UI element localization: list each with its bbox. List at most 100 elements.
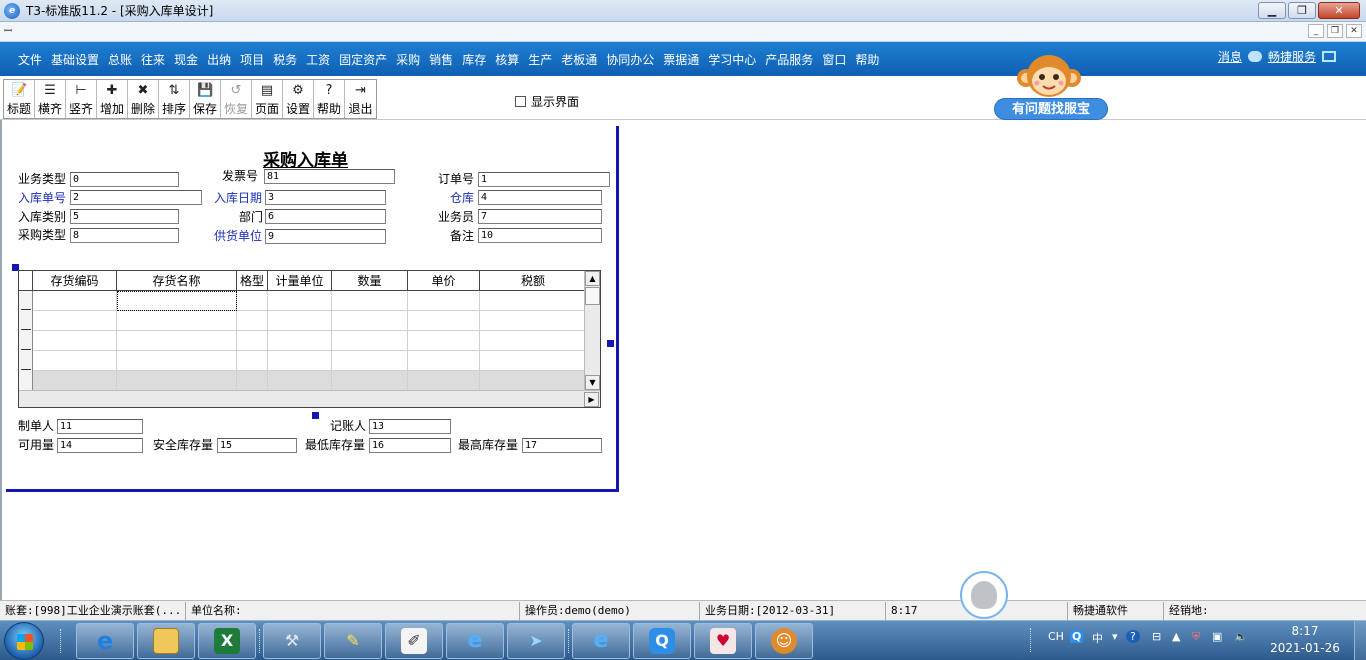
field-business-type[interactable]: 0	[70, 172, 179, 187]
field-supplier[interactable]: 9	[265, 229, 386, 244]
menu-item-14[interactable]: 生产	[528, 51, 552, 68]
field-label-receipt-no[interactable]: 入库单号	[18, 189, 66, 206]
field-receipt-no[interactable]: 2	[70, 190, 202, 205]
chat-bubble-icon[interactable]	[1247, 51, 1262, 62]
grid-body[interactable]	[19, 291, 586, 391]
field-purchase-type[interactable]: 8	[70, 228, 179, 243]
toolbar-button-0[interactable]: 📝 标题	[4, 80, 35, 118]
grid-col-quantity[interactable]: 数量	[332, 271, 408, 291]
show-desktop-button[interactable]	[1354, 620, 1366, 660]
menu-item-1[interactable]: 基础设置	[51, 51, 99, 68]
window-minimize-button[interactable]: ▁	[1258, 2, 1286, 19]
window-close-button[interactable]: ✕	[1318, 2, 1360, 19]
field-min-stock[interactable]: 16	[369, 438, 451, 453]
service-link[interactable]: 畅捷服务	[1268, 48, 1316, 65]
field-label-department[interactable]: 部门	[239, 208, 263, 225]
mdi-close-button[interactable]: ✕	[1346, 24, 1362, 38]
tray-q-icon[interactable]: Q	[1070, 630, 1084, 643]
field-department[interactable]: 6	[265, 209, 386, 224]
mdi-document-icon[interactable]: ꟷ	[4, 23, 12, 37]
field-label-max-stock[interactable]: 最高库存量	[458, 436, 518, 453]
field-receipt-date[interactable]: 3	[265, 190, 386, 205]
scroll-thumb[interactable]	[585, 287, 600, 305]
toolbar-button-6[interactable]: 💾 保存	[190, 80, 221, 118]
grid-col-tax[interactable]: 税额	[480, 271, 586, 291]
toolbar-button-9[interactable]: ⚙ 设置	[283, 80, 314, 118]
field-label-order-no[interactable]: 订单号	[438, 170, 474, 187]
grid-col-unit[interactable]: 计量单位	[268, 271, 332, 291]
taskbar-q-app[interactable]: Q	[633, 623, 691, 659]
scroll-right-icon[interactable]: ▶	[584, 392, 599, 407]
menu-item-13[interactable]: 核算	[495, 51, 519, 68]
grid-horizontal-scrollbar[interactable]: ▶	[19, 390, 600, 407]
menu-item-9[interactable]: 固定资产	[339, 51, 387, 68]
menu-item-20[interactable]: 窗口	[822, 51, 846, 68]
field-label-supplier[interactable]: 供货单位	[214, 227, 262, 244]
field-available-qty[interactable]: 14	[57, 438, 143, 453]
help-circle-icon[interactable]: ?	[1126, 630, 1140, 643]
form-resize-handle-right[interactable]	[607, 340, 614, 347]
menu-item-6[interactable]: 项目	[240, 51, 264, 68]
tray-expand-icon[interactable]: ▲	[1172, 630, 1180, 643]
field-max-stock[interactable]: 17	[522, 438, 602, 453]
tray-ime[interactable]: 中	[1092, 630, 1103, 646]
field-preparer[interactable]: 11	[57, 419, 143, 434]
grid-resize-handle-bottom[interactable]	[312, 412, 319, 419]
taskbar-monkey[interactable]: ☺	[755, 623, 813, 659]
field-remarks[interactable]: 10	[478, 228, 602, 243]
taskbar-notes[interactable]: ✐	[385, 623, 443, 659]
grid-col-inventory-name[interactable]: 存货名称	[117, 271, 237, 291]
menu-item-2[interactable]: 总账	[108, 51, 132, 68]
start-button[interactable]	[4, 622, 44, 660]
field-label-business-type[interactable]: 业务类型	[18, 170, 66, 187]
menu-item-0[interactable]: 文件	[18, 51, 42, 68]
grid-vertical-scrollbar[interactable]: ▲ ▼	[584, 271, 600, 391]
show-ui-toggle[interactable]: 显示界面	[515, 93, 579, 110]
tray-volume-icon[interactable]: 🔈	[1234, 630, 1248, 643]
menu-item-7[interactable]: 税务	[273, 51, 297, 68]
grid-selected-cell[interactable]	[117, 291, 237, 311]
menu-item-10[interactable]: 采购	[396, 51, 420, 68]
mdi-restore-button[interactable]: ❐	[1327, 24, 1343, 38]
line-items-grid[interactable]: 存货编码 存货名称 格型 计量单位 数量 单价 税额 ▲ ▼ ▶	[18, 270, 601, 408]
floating-assistant-icon[interactable]	[960, 571, 1008, 619]
field-bookkeeper[interactable]: 13	[369, 419, 451, 434]
menu-item-11[interactable]: 销售	[429, 51, 453, 68]
menu-item-8[interactable]: 工资	[306, 51, 330, 68]
field-receipt-category[interactable]: 5	[70, 209, 179, 224]
menu-item-19[interactable]: 产品服务	[765, 51, 813, 68]
menu-item-18[interactable]: 学习中心	[708, 51, 756, 68]
taskbar-viewer[interactable]: ♥	[694, 623, 752, 659]
field-order-no[interactable]: 1	[478, 172, 610, 187]
field-label-receipt-date[interactable]: 入库日期	[214, 189, 262, 206]
tray-lang[interactable]: CH	[1048, 630, 1064, 643]
menu-item-16[interactable]: 协同办公	[606, 51, 654, 68]
field-label-min-stock[interactable]: 最低库存量	[305, 436, 365, 453]
messages-link[interactable]: 消息	[1218, 48, 1242, 65]
grid-col-unit-price[interactable]: 单价	[408, 271, 480, 291]
toolbar-button-1[interactable]: ☰ 横齐	[35, 80, 66, 118]
system-clock[interactable]: 8:17 2021-01-26	[1270, 623, 1340, 657]
show-ui-checkbox[interactable]	[515, 96, 526, 107]
field-invoice-no[interactable]: 81	[264, 169, 395, 184]
tray-dropdown-icon[interactable]: ▾	[1112, 630, 1118, 643]
window-restore-button[interactable]: ❐	[1288, 2, 1316, 19]
toolbar-button-11[interactable]: ⇥ 退出	[345, 80, 376, 118]
help-pill-button[interactable]: 有问题找服宝	[994, 98, 1108, 120]
field-label-safety-stock[interactable]: 安全库存量	[153, 436, 213, 453]
field-safety-stock[interactable]: 15	[217, 438, 297, 453]
tray-settings-icon[interactable]: ⊟	[1152, 630, 1161, 643]
menu-item-12[interactable]: 库存	[462, 51, 486, 68]
menu-item-21[interactable]: 帮助	[855, 51, 879, 68]
field-label-preparer[interactable]: 制单人	[18, 417, 54, 434]
taskbar-t3-app[interactable]: e	[446, 623, 504, 659]
taskbar-t3-active[interactable]: e	[572, 623, 630, 659]
taskbar-ie[interactable]: e	[76, 623, 134, 659]
menu-item-5[interactable]: 出纳	[207, 51, 231, 68]
field-label-remarks[interactable]: 备注	[450, 227, 474, 244]
field-label-purchase-type[interactable]: 采购类型	[18, 226, 66, 243]
taskbar-messenger[interactable]: ➤	[507, 623, 565, 659]
scroll-down-icon[interactable]: ▼	[585, 375, 600, 390]
grid-col-spec[interactable]: 格型	[237, 271, 268, 291]
toolbar-button-3[interactable]: ✚ 增加	[97, 80, 128, 118]
